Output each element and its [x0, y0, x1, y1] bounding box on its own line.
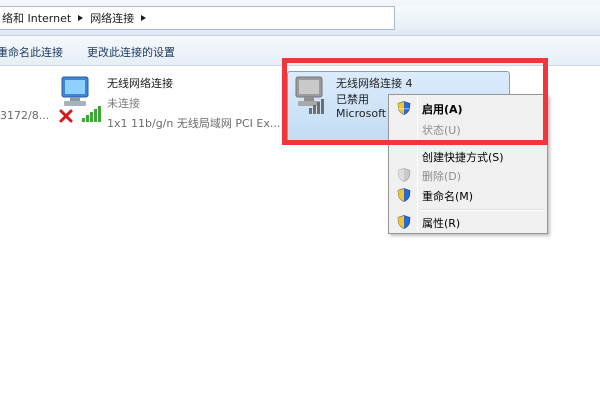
breadcrumb-item-network-internet[interactable]: 络和 Internet — [2, 10, 71, 26]
truncated-adapter-text: 3172/8... — [0, 109, 50, 122]
menu-item-rename[interactable]: 重命名(M) — [391, 184, 545, 206]
breadcrumb-arrow-icon[interactable] — [141, 15, 147, 21]
connection-adapter: 1x1 11b/g/n 无线局域网 PCI Ex... — [107, 117, 281, 130]
shield-icon — [397, 101, 411, 115]
command-bar: 重命名此连接 更改此连接的设置 — [0, 36, 600, 66]
breadcrumb-item-network-connections[interactable]: 网络连接 — [90, 10, 134, 26]
connection-name: 无线网络连接 4 — [336, 77, 413, 90]
menu-item-status[interactable]: 状态(U) — [391, 118, 545, 140]
menu-item-label: 创建快捷方式(S) — [422, 151, 504, 164]
menu-item-properties[interactable]: 属性(R) — [391, 211, 545, 233]
shield-icon — [397, 188, 411, 202]
breadcrumb[interactable]: 络和 Internet 网络连接 — [0, 6, 395, 30]
menu-separator — [419, 142, 543, 144]
address-bar: 络和 Internet 网络连接 — [0, 0, 600, 36]
address-bar-right — [395, 6, 600, 30]
connection-name: 无线网络连接 — [107, 77, 173, 90]
menu-item-enable[interactable]: 启用(A) — [391, 97, 545, 119]
breadcrumb-arrow-icon[interactable] — [78, 15, 84, 21]
menu-item-label: 属性(R) — [422, 217, 461, 230]
connection-status: 未连接 — [107, 97, 140, 110]
context-menu: 启用(A) 状态(U) 创建快捷方式(S) 删除(D) 重命名(M) 属性(R) — [388, 94, 548, 234]
signal-bars-icon — [82, 106, 101, 122]
menu-item-label: 重命名(M) — [422, 190, 474, 203]
rename-connection-button[interactable]: 重命名此连接 — [0, 44, 63, 60]
menu-item-label: 删除(D) — [422, 170, 462, 183]
menu-item-label: 状态(U) — [422, 124, 461, 137]
disabled-adapter-icon — [295, 76, 324, 114]
menu-item-delete[interactable]: 删除(D) — [391, 164, 545, 186]
connection-item-wireless[interactable]: 无线网络连接 未连接 1x1 11b/g/n 无线局域网 PCI Ex... — [55, 73, 285, 133]
change-settings-button[interactable]: 更改此连接的设置 — [87, 44, 175, 60]
menu-item-label: 启用(A) — [422, 103, 463, 116]
disconnected-x-icon — [59, 109, 73, 123]
shield-icon — [397, 168, 411, 182]
shield-icon — [397, 215, 411, 229]
